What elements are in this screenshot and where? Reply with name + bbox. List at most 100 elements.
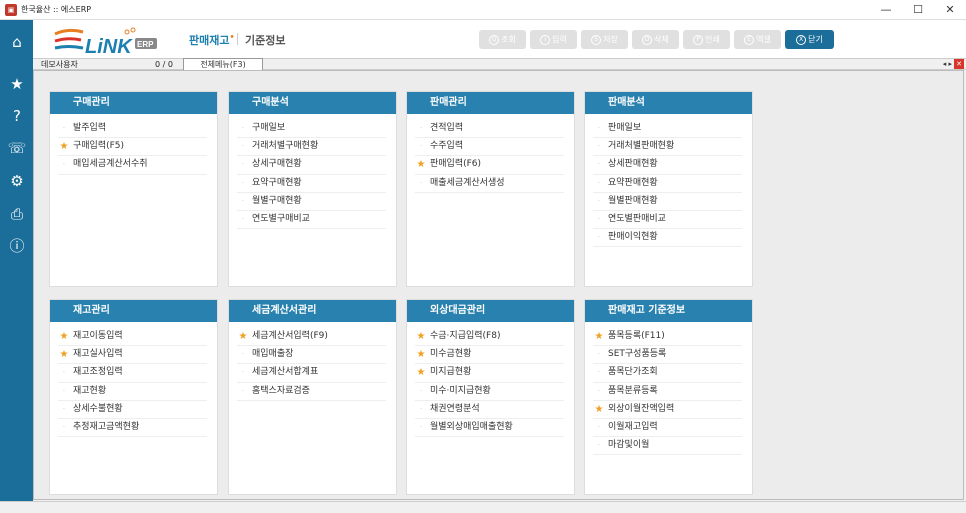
menu-item[interactable]: · 월별외상매입매출현황	[415, 419, 564, 438]
bullet-icon: ·	[598, 143, 600, 151]
menu-item[interactable]: · 거래처별구매현황	[237, 138, 386, 157]
menu-item-label: 외상이월잔액입력	[608, 403, 675, 414]
menu-item[interactable]: · 상세판매현황	[593, 156, 742, 175]
menu-item-label: 채권연령분석	[430, 403, 480, 414]
menu-item[interactable]: ★ 수금·지급입력(F8)	[415, 328, 564, 347]
star-icon: ★	[594, 331, 604, 342]
maximize-button[interactable]: ☐	[902, 0, 934, 20]
tab-bar: 데모사용자 0 / 0 전체메뉴(F3) ◂ ▸ ✕	[33, 58, 966, 70]
bullet-icon: ·	[242, 179, 244, 187]
tab-all-menu[interactable]: 전체메뉴(F3)	[183, 58, 263, 70]
menu-panel: 세금계산서관리 ★ 세금계산서입력(F9) · 매입매출장 · 세금계산서합계표 · 홈택스자료…	[228, 299, 397, 495]
menu-item[interactable]: · 판매일보	[593, 120, 742, 139]
query-button[interactable]: Q 조회	[479, 30, 526, 49]
bullet-icon: ·	[598, 442, 600, 450]
menu-item-label: 매입세금계산서수취	[73, 159, 148, 170]
menu-item[interactable]: · 월별구매현황	[237, 193, 386, 211]
bullet-icon: ·	[63, 125, 65, 132]
panel-title: 세금계산서관리	[229, 300, 396, 322]
star-icon: ★	[416, 349, 426, 361]
menu-item[interactable]: · SET구성품등록	[593, 346, 742, 365]
menu-item[interactable]: ★ 구매입력(F5)	[58, 138, 207, 157]
menu-item-label: 품목분류등록	[608, 385, 658, 396]
menu-item[interactable]: · 세금계산서합계표	[237, 364, 386, 383]
menu-item[interactable]: · 발주입력	[58, 120, 207, 139]
menu-item[interactable]: · 구매일보	[237, 120, 386, 139]
menu-item[interactable]: · 매출세금계산서생성	[415, 175, 564, 193]
menu-item[interactable]: · 거래처별판매현황	[593, 138, 742, 157]
menu-item-label: 매입매출장	[252, 349, 294, 360]
bullet-icon: ·	[242, 161, 244, 169]
info-icon[interactable]: ⓘ	[7, 236, 27, 256]
menu-item[interactable]: · 매입세금계산서수취	[58, 156, 207, 175]
bullet-icon: ·	[242, 215, 244, 223]
headset-icon[interactable]: ☏	[7, 138, 27, 158]
menu-item[interactable]: · 홈택스자료검증	[237, 383, 386, 401]
menu-item[interactable]: · 상세수불현황	[58, 401, 207, 419]
bullet-icon: ·	[63, 369, 65, 377]
print-button[interactable]: P 인쇄	[683, 30, 730, 49]
delete-button[interactable]: D 삭제	[632, 30, 679, 49]
menu-item[interactable]: · 마감및이월	[593, 437, 742, 456]
menu-item[interactable]: · 미수·미지급현황	[415, 383, 564, 401]
menu-item[interactable]: · 품목단가조회	[593, 364, 742, 383]
close-button[interactable]: X 닫기	[785, 30, 834, 49]
menu-item[interactable]: · 재고조정입력	[58, 364, 207, 383]
menu-item[interactable]: · 추정재고금액현황	[58, 419, 207, 438]
bullet-icon: ·	[63, 387, 65, 395]
menu-item[interactable]: ★ 미수금현황	[415, 346, 564, 365]
panel-title: 구매분석	[229, 92, 396, 114]
menu-item[interactable]: ★ 재고이동입력	[58, 328, 207, 347]
menu-item[interactable]: · 품목분류등록	[593, 383, 742, 401]
menu-item[interactable]: · 견적입력	[415, 120, 564, 139]
menu-item-label: 판매입력(F6)	[430, 159, 482, 170]
close-tab-icon[interactable]: ✕	[954, 59, 964, 69]
menu-item[interactable]: · 연도별구매비교	[237, 211, 386, 230]
excel-button[interactable]: E 엑셀	[734, 30, 781, 49]
gear-icon[interactable]: ⚙	[7, 171, 27, 191]
menu-item-label: 거래처별판매현황	[608, 141, 675, 152]
close-window-button[interactable]: ✕	[934, 0, 966, 20]
save-button[interactable]: S 저장	[581, 30, 628, 49]
menu-item[interactable]: ★ 판매입력(F6)	[415, 156, 564, 175]
printer-icon[interactable]: ⎙	[7, 204, 27, 224]
menu-item[interactable]: ★ 세금계산서입력(F9)	[237, 328, 386, 347]
star-icon: ★	[238, 331, 248, 342]
panel-title: 재고관리	[50, 300, 217, 322]
menu-item[interactable]: ★ 품목등록(F11)	[593, 328, 742, 347]
menu-item[interactable]: ★ 외상이월잔액입력	[593, 401, 742, 419]
menu-item[interactable]: · 매입매출장	[237, 346, 386, 365]
header: LiNK ERP 판매재고• 기준정보 Q 조회 I 입력 S 저장 D 삭제 P 인쇄 …	[33, 20, 966, 58]
help-icon[interactable]: ?	[7, 106, 27, 126]
menu-item[interactable]: · 상세구매현황	[237, 156, 386, 175]
tab-scroll-arrows[interactable]: ◂ ▸	[943, 59, 952, 70]
menu-item[interactable]: · 요약판매현황	[593, 175, 742, 193]
menu-item-label: 재고조정입력	[73, 367, 123, 378]
panel-title: 외상대금관리	[407, 300, 574, 322]
bullet-icon: ·	[598, 215, 600, 223]
home-icon[interactable]: ⌂	[7, 32, 27, 52]
menu-item-label: 세금계산서합계표	[252, 367, 319, 378]
menu-item[interactable]: · 수주입력	[415, 138, 564, 157]
menu-sales-inventory[interactable]: 판매재고•	[189, 32, 235, 48]
star-icon[interactable]: ★	[7, 74, 27, 94]
menu-item[interactable]: ★ 미지급현황	[415, 364, 564, 383]
menu-item[interactable]: · 재고현황	[58, 383, 207, 401]
toolbar: Q 조회 I 입력 S 저장 D 삭제 P 인쇄 E 엑셀 X 닫기	[479, 30, 834, 49]
minimize-button[interactable]: —	[870, 0, 902, 20]
menu-item[interactable]: · 판매이익현황	[593, 229, 742, 248]
bullet-icon: ·	[598, 125, 600, 132]
input-button[interactable]: I 입력	[530, 30, 577, 49]
menu-item[interactable]: · 요약구매현황	[237, 175, 386, 193]
bullet-icon: ·	[242, 143, 244, 151]
menu-item[interactable]: · 연도별판매비교	[593, 211, 742, 230]
menu-item[interactable]: · 이월재고입력	[593, 419, 742, 438]
menu-item[interactable]: ★ 재고실사입력	[58, 346, 207, 365]
menu-item[interactable]: · 채권연령분석	[415, 401, 564, 419]
menu-base-info[interactable]: 기준정보	[245, 32, 285, 48]
bullet-icon: ·	[598, 234, 600, 242]
sidebar: ⌂ ★ ? ☏ ⚙ ⎙ ⓘ	[0, 20, 33, 513]
menu-item[interactable]: · 월별판매현황	[593, 193, 742, 211]
menu-item-label: SET구성품등록	[608, 349, 667, 360]
menu-item-label: 연도별판매비교	[608, 213, 666, 224]
